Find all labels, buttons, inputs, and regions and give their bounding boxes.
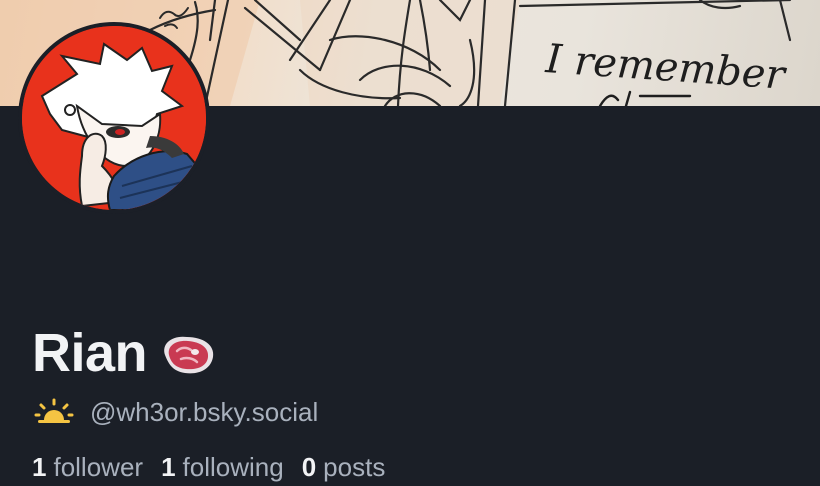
display-name: Rian: [32, 323, 148, 383]
following-label: following: [182, 452, 284, 482]
profile-handle[interactable]: @wh3or.bsky.social: [90, 394, 318, 430]
display-name-row: Rian: [32, 320, 217, 386]
avatar[interactable]: [22, 26, 206, 210]
handle-row: @wh3or.bsky.social: [34, 394, 318, 430]
profile-stats: 1 follower 1 following 0 posts: [32, 448, 385, 486]
sunrise-icon: [34, 398, 74, 426]
followers-link[interactable]: 1 follower: [32, 448, 143, 486]
banner-handwritten-text: I remember: [543, 36, 789, 99]
avatar-image: [22, 26, 206, 210]
posts-stat: 0 posts: [302, 448, 386, 486]
followers-label: follower: [53, 452, 144, 482]
following-count: 1: [161, 452, 176, 482]
posts-label: posts: [323, 452, 386, 482]
steak-icon: [159, 331, 217, 379]
followers-count: 1: [32, 452, 47, 482]
following-link[interactable]: 1 following: [161, 448, 284, 486]
posts-count: 0: [301, 452, 317, 482]
